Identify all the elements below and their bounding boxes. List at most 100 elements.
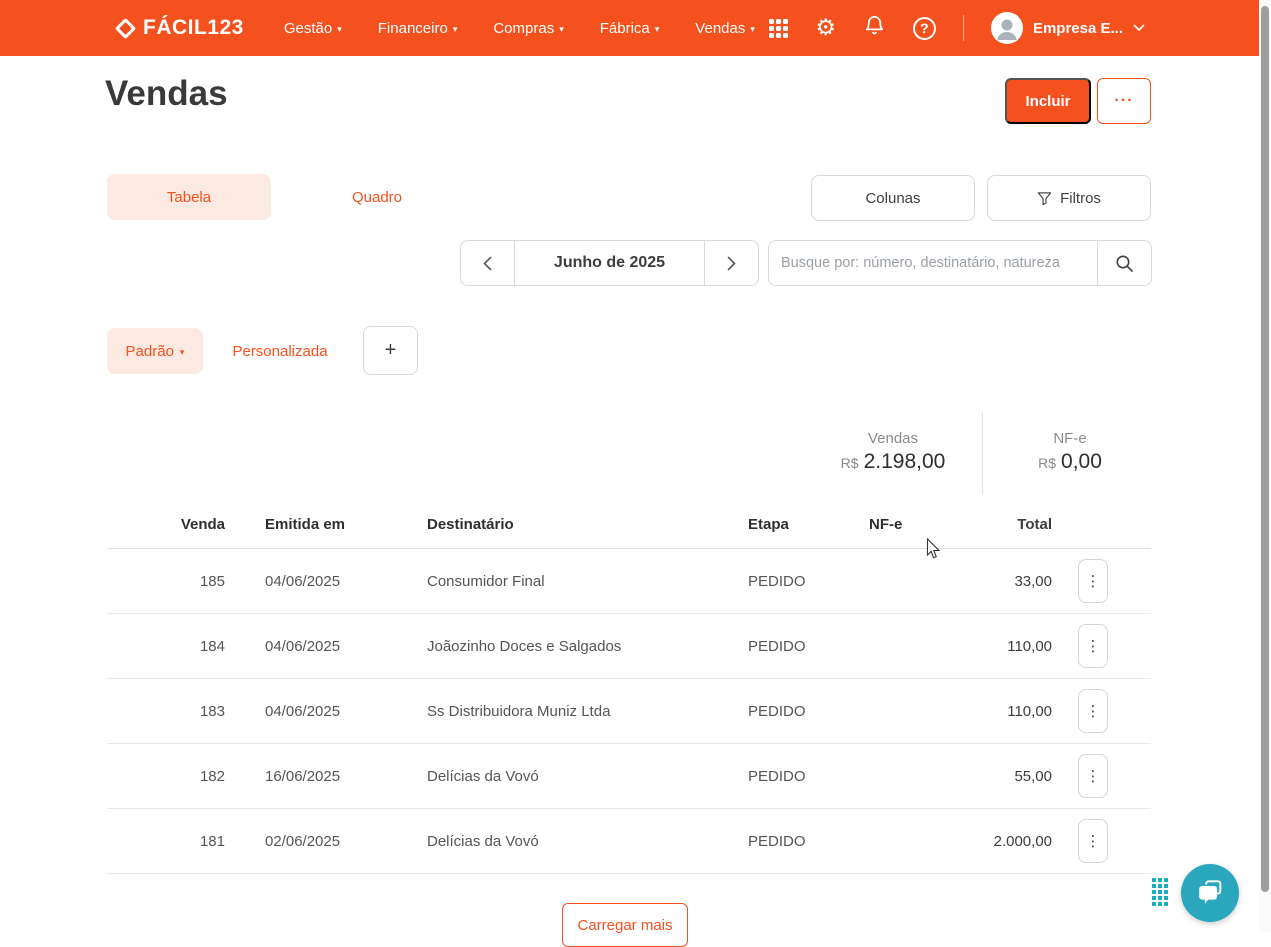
- page-title: Vendas: [105, 74, 228, 114]
- cell-etapa: PEDIDO: [747, 768, 867, 785]
- filtros-button[interactable]: Filtros: [987, 175, 1151, 221]
- cell-destinatario: Joãozinho Doces e Salgados: [375, 638, 747, 655]
- table-row[interactable]: 183 04/06/2025 Ss Distribuidora Muniz Lt…: [107, 679, 1151, 744]
- nav-menu-item[interactable]: Gestão ▾: [284, 20, 342, 37]
- nav-menu-label: Financeiro: [378, 20, 448, 37]
- scrollbar-thumb[interactable]: [1261, 6, 1269, 892]
- incluir-button[interactable]: Incluir: [1005, 78, 1091, 124]
- caret-down-icon: ▾: [337, 24, 342, 35]
- row-actions-button[interactable]: ⋮: [1078, 624, 1108, 668]
- nav-menu-label: Fábrica: [600, 20, 650, 37]
- cell-destinatario: Consumidor Final: [375, 573, 747, 590]
- account-menu[interactable]: Empresa E...: [991, 12, 1145, 44]
- summary-vendas: Vendas R$ 2.198,00: [810, 430, 976, 474]
- col-header-etapa: Etapa: [747, 516, 867, 533]
- cell-destinatario: Delícias da Vovó: [375, 833, 747, 850]
- filtros-label: Filtros: [1060, 190, 1101, 207]
- col-header-nfe: NF-e: [867, 516, 987, 533]
- next-month-button[interactable]: [704, 241, 758, 285]
- nav-menu-label: Gestão: [284, 20, 332, 37]
- table-body: 185 04/06/2025 Consumidor Final PEDIDO 3…: [107, 549, 1151, 874]
- nav-menu-item[interactable]: Vendas ▾: [695, 20, 755, 37]
- currency-symbol: R$: [841, 455, 859, 471]
- kebab-icon: ⋮: [1086, 572, 1101, 590]
- nav-menu-label: Vendas: [695, 20, 745, 37]
- ellipsis-icon: ...: [1114, 88, 1133, 106]
- cell-emitida-em: 04/06/2025: [225, 573, 375, 590]
- col-header-emitida-em: Emitida em: [225, 516, 375, 533]
- caret-down-icon: ▾: [453, 24, 458, 35]
- brand-logo[interactable]: FÁCIL123: [118, 16, 244, 40]
- summary-divider: [982, 412, 983, 494]
- table-row[interactable]: 184 04/06/2025 Joãozinho Doces e Salgado…: [107, 614, 1151, 679]
- top-navbar: FÁCIL123 Gestão ▾ Financeiro ▾ Compras ▾…: [0, 0, 1271, 56]
- navbar-divider: [963, 15, 964, 41]
- chevron-right-icon: [727, 256, 736, 271]
- chat-drag-handle[interactable]: [1152, 878, 1168, 906]
- summary-nfe-value: 0,00: [1061, 450, 1102, 474]
- chat-bubble-icon: [1195, 878, 1225, 908]
- table-row[interactable]: 185 04/06/2025 Consumidor Final PEDIDO 3…: [107, 549, 1151, 614]
- cell-total: 33,00: [987, 573, 1052, 590]
- row-actions-button[interactable]: ⋮: [1078, 689, 1108, 733]
- cell-total: 2.000,00: [987, 833, 1052, 850]
- search-input[interactable]: [769, 241, 1097, 285]
- table-row[interactable]: 181 02/06/2025 Delícias da Vovó PEDIDO 2…: [107, 809, 1151, 874]
- cell-emitida-em: 04/06/2025: [225, 703, 375, 720]
- search-icon: [1115, 254, 1134, 273]
- main-menu: Gestão ▾ Financeiro ▾ Compras ▾ Fábrica …: [284, 20, 755, 37]
- period-label[interactable]: Junho de 2025: [515, 241, 704, 285]
- cell-venda: 181: [107, 833, 225, 850]
- brand-diamond-icon: [115, 17, 136, 38]
- cell-total: 110,00: [987, 638, 1052, 655]
- summary-vendas-value: 2.198,00: [864, 450, 946, 474]
- padrao-label: Padrão: [126, 343, 174, 360]
- cell-etapa: PEDIDO: [747, 638, 867, 655]
- cell-etapa: PEDIDO: [747, 833, 867, 850]
- cell-venda: 182: [107, 768, 225, 785]
- table-header-row: Venda Emitida em Destinatário Etapa NF-e…: [107, 500, 1151, 549]
- previous-month-button[interactable]: [461, 241, 515, 285]
- search-box: [768, 240, 1152, 286]
- avatar: [991, 12, 1023, 44]
- cell-emitida-em: 04/06/2025: [225, 638, 375, 655]
- company-name: Empresa E...: [1033, 20, 1123, 37]
- chevron-down-icon: [1133, 24, 1145, 32]
- col-header-venda: Venda: [107, 516, 225, 533]
- colunas-label: Colunas: [865, 190, 920, 207]
- colunas-button[interactable]: Colunas: [811, 175, 975, 221]
- nav-menu-item[interactable]: Fábrica ▾: [600, 20, 660, 37]
- cell-emitida-em: 16/06/2025: [225, 768, 375, 785]
- padrao-view-dropdown[interactable]: Padrão ▾: [107, 328, 203, 374]
- kebab-icon: ⋮: [1086, 702, 1101, 720]
- currency-symbol: R$: [1038, 455, 1056, 471]
- table-row[interactable]: 182 16/06/2025 Delícias da Vovó PEDIDO 5…: [107, 744, 1151, 809]
- search-button[interactable]: [1097, 241, 1151, 285]
- nav-menu-item[interactable]: Financeiro ▾: [378, 20, 458, 37]
- tab-tabela[interactable]: Tabela: [107, 174, 271, 220]
- chat-launcher-button[interactable]: [1181, 864, 1239, 922]
- load-more-button[interactable]: Carregar mais: [562, 903, 688, 947]
- kebab-icon: ⋮: [1086, 767, 1101, 785]
- more-actions-button[interactable]: ...: [1097, 78, 1151, 124]
- nav-menu-item[interactable]: Compras ▾: [493, 20, 563, 37]
- personalizada-view[interactable]: Personalizada: [215, 328, 345, 374]
- add-view-button[interactable]: +: [363, 326, 418, 375]
- tab-quadro[interactable]: Quadro: [295, 174, 459, 220]
- plus-icon: +: [385, 339, 397, 362]
- navbar-icons: ⚙ ? Empresa E...: [769, 12, 1145, 44]
- row-actions-button[interactable]: ⋮: [1078, 819, 1108, 863]
- gear-icon[interactable]: ⚙: [815, 17, 836, 40]
- row-actions-button[interactable]: ⋮: [1078, 754, 1108, 798]
- kebab-icon: ⋮: [1086, 637, 1101, 655]
- bell-icon[interactable]: [863, 14, 886, 42]
- row-actions-button[interactable]: ⋮: [1078, 559, 1108, 603]
- apps-grid-icon[interactable]: [769, 19, 788, 38]
- help-icon[interactable]: ?: [913, 17, 936, 40]
- cell-emitida-em: 02/06/2025: [225, 833, 375, 850]
- kebab-icon: ⋮: [1086, 832, 1101, 850]
- cell-total: 110,00: [987, 703, 1052, 720]
- cell-total: 55,00: [987, 768, 1052, 785]
- period-navigator: Junho de 2025: [460, 240, 759, 286]
- cell-venda: 183: [107, 703, 225, 720]
